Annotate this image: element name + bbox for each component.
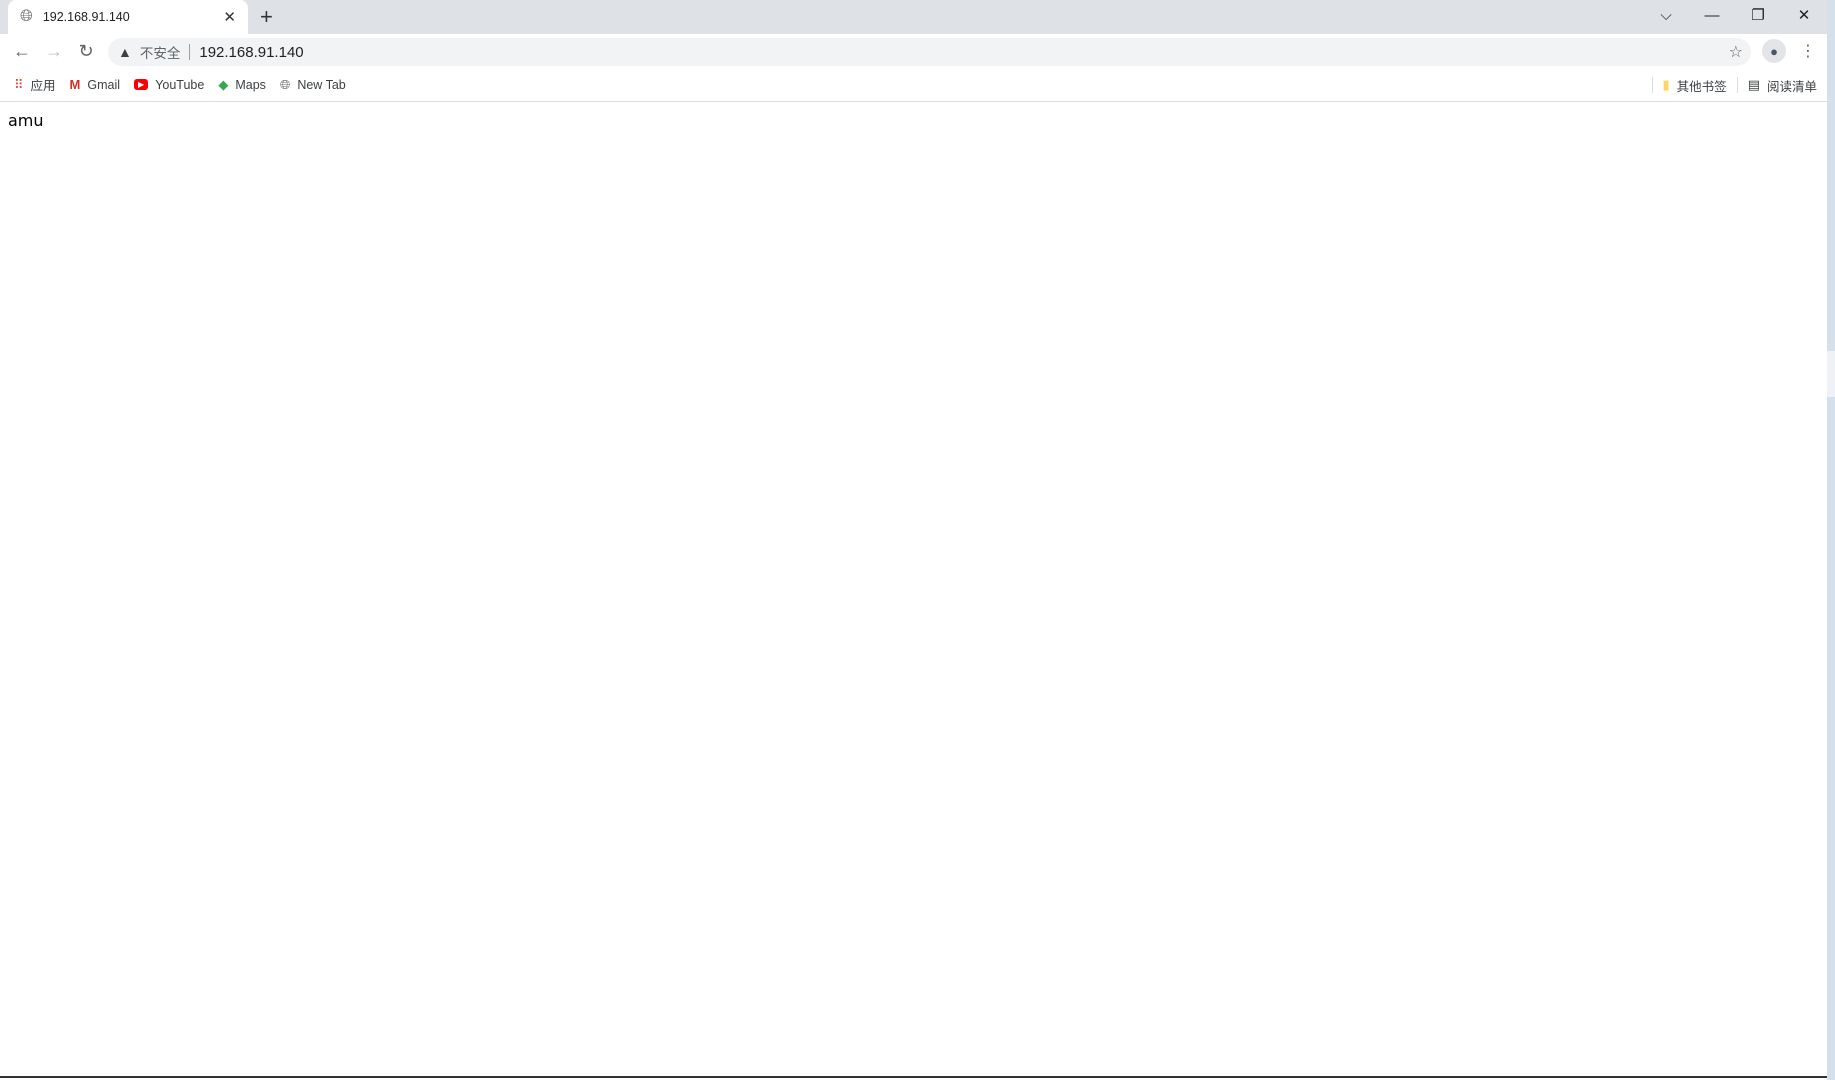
other-bookmarks[interactable]: ▮ 其他书签 [1663, 76, 1727, 95]
divider [189, 44, 191, 60]
bookmark-label: Gmail [87, 77, 121, 92]
toolbar: ← → ↻ ▲ 不安全 192.168.91.140 ☆ ● ⋮ [0, 34, 1827, 68]
forward-button[interactable]: → [38, 41, 70, 62]
maps-icon: ◆ [218, 76, 229, 92]
other-bookmarks-label: 其他书签 [1676, 79, 1727, 94]
tab-title: 192.168.91.140 [42, 10, 130, 24]
restore-button[interactable]: ❐ [1735, 0, 1781, 30]
folder-icon: ▮ [1662, 77, 1670, 92]
bookmark-star-icon[interactable]: ☆ [1729, 42, 1743, 62]
bookmark-youtube[interactable]: ▶ YouTube [134, 78, 204, 92]
bookmark-label: New Tab [297, 77, 346, 92]
tab-strip: 🌐︎ 192.168.91.140 ✕ + ⌵ — ❐ ✕ [0, 0, 1827, 34]
youtube-icon: ▶ [134, 79, 149, 90]
back-button[interactable]: ← [6, 41, 38, 62]
page-content: amu [0, 102, 1827, 139]
close-window-button[interactable]: ✕ [1781, 0, 1827, 30]
reading-list-icon: ▤ [1747, 77, 1760, 92]
bookmark-apps[interactable]: ⠿ 应用 [14, 75, 56, 94]
globe-icon: 🌐︎ [279, 76, 291, 92]
browser-window: 🌐︎ 192.168.91.140 ✕ + ⌵ — ❐ ✕ ← → ↻ ▲ 不安… [0, 0, 1827, 1078]
apps-grid-icon: ⠿ [14, 76, 24, 92]
close-tab-icon[interactable]: ✕ [223, 8, 236, 26]
page-text: amu [8, 111, 44, 130]
tab-search-icon[interactable]: ⌵ [1643, 0, 1689, 30]
minimize-button[interactable]: — [1689, 0, 1735, 30]
bookmark-gmail[interactable]: M Gmail [70, 77, 121, 92]
bookmark-label: Maps [235, 77, 266, 92]
reading-list-label: 阅读清单 [1766, 79, 1817, 94]
bookmark-new-tab[interactable]: 🌐︎ New Tab [280, 77, 346, 93]
divider [1651, 77, 1653, 93]
security-label[interactable]: 不安全 [140, 42, 181, 62]
divider [1736, 77, 1738, 93]
globe-icon: 🌐︎ [20, 8, 33, 25]
reload-button[interactable]: ↻ [70, 41, 102, 62]
new-tab-button[interactable]: + [260, 4, 273, 30]
bookmark-maps[interactable]: ◆ Maps [218, 77, 266, 93]
menu-kebab-icon[interactable]: ⋮ [1800, 41, 1816, 61]
profile-avatar[interactable]: ● [1762, 39, 1786, 63]
address-bar[interactable]: ▲ 不安全 192.168.91.140 ☆ [108, 38, 1751, 66]
bookmarks-bar: ⠿ 应用 M Gmail ▶ YouTube ◆ Maps 🌐︎ New Tab ▮ 其他书… [0, 68, 1827, 102]
bookmark-label: 应用 [30, 79, 56, 93]
warning-icon[interactable]: ▲ [118, 44, 132, 60]
desktop-background [1827, 0, 1835, 1080]
gmail-icon: M [69, 77, 81, 92]
url-text[interactable]: 192.168.91.140 [199, 44, 303, 61]
tab-active[interactable]: 🌐︎ 192.168.91.140 ✕ [8, 0, 248, 34]
reading-list[interactable]: ▤ 阅读清单 [1748, 76, 1817, 95]
bookmark-label: YouTube [155, 77, 205, 92]
